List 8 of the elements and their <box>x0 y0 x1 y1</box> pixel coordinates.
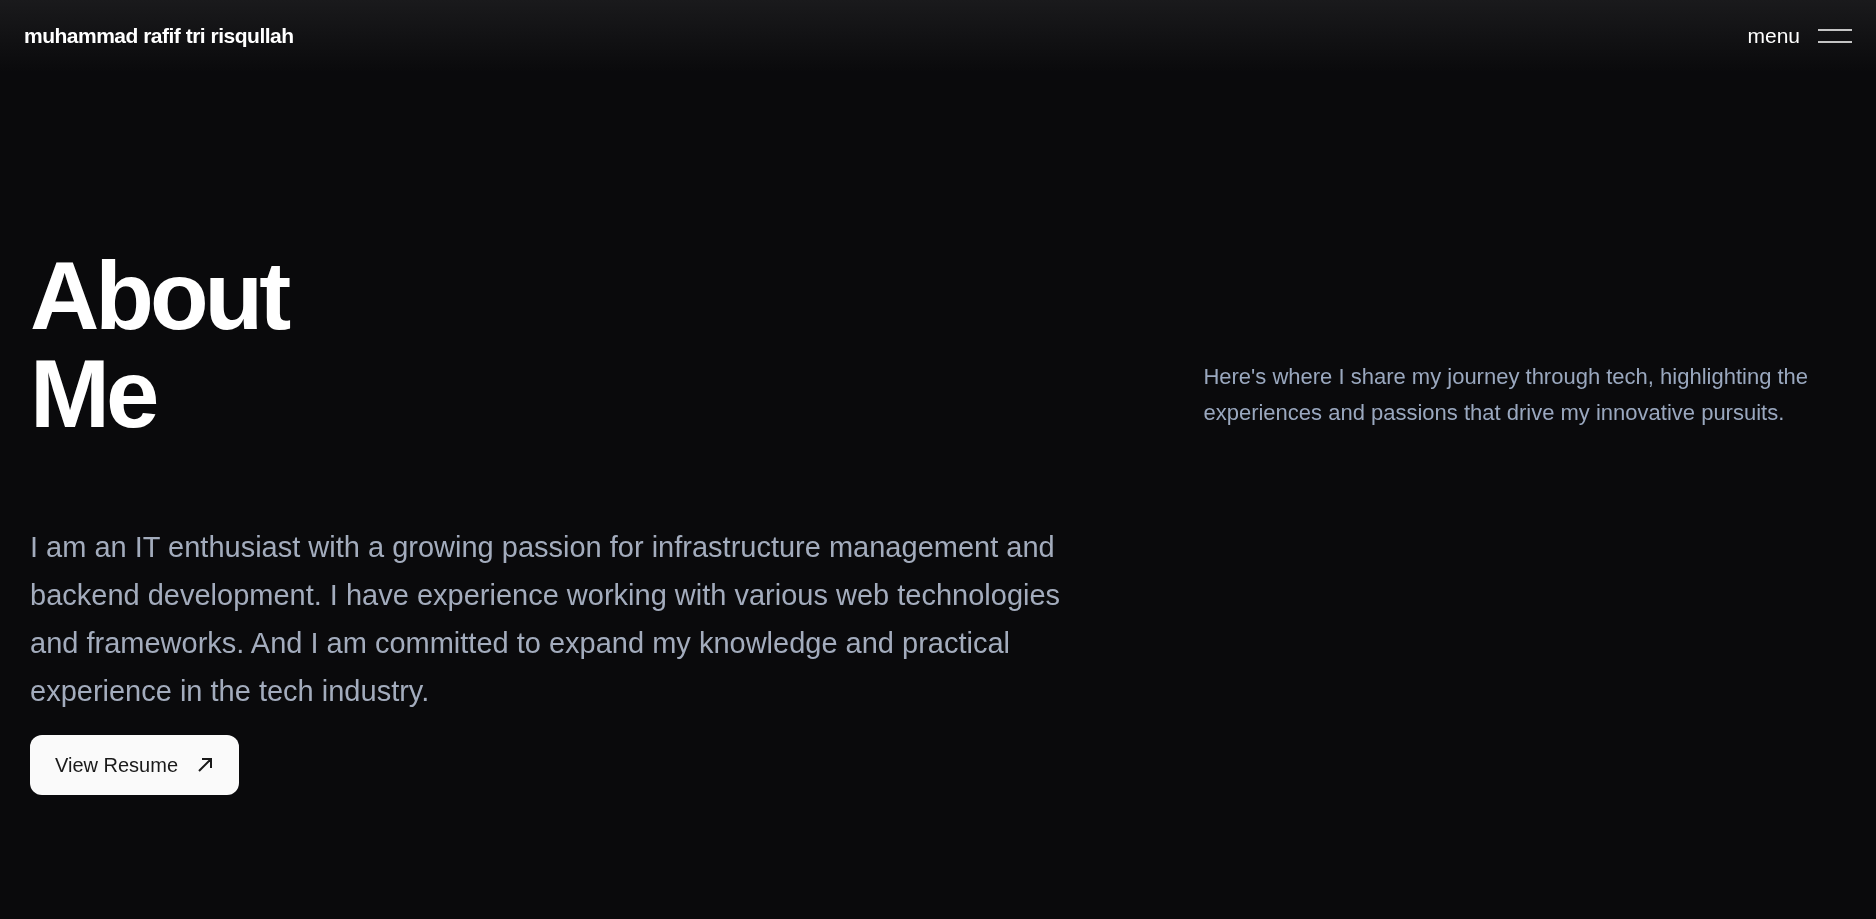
bio-paragraph: I am an IT enthusiast with a growing passion for infrastructure management and backend development. I have experience working with various web technologies and frameworks. And I am committed to expand my knowledge and practical experience in the tech industry. <box>30 530 1062 709</box>
view-resume-button[interactable]: View Resume <box>30 735 240 795</box>
menu-button[interactable]: menu <box>1747 20 1852 52</box>
page-heading: About Me <box>30 247 289 443</box>
site-title[interactable]: muhammad rafif tri risqullah <box>24 20 294 52</box>
arrow-up-right-icon <box>196 756 215 774</box>
menu-icon <box>1818 29 1852 43</box>
intro-text: Here's where I share my journey through tech, highlighting the experiences and passions that drive my innovative pursuits. <box>1203 363 1810 427</box>
